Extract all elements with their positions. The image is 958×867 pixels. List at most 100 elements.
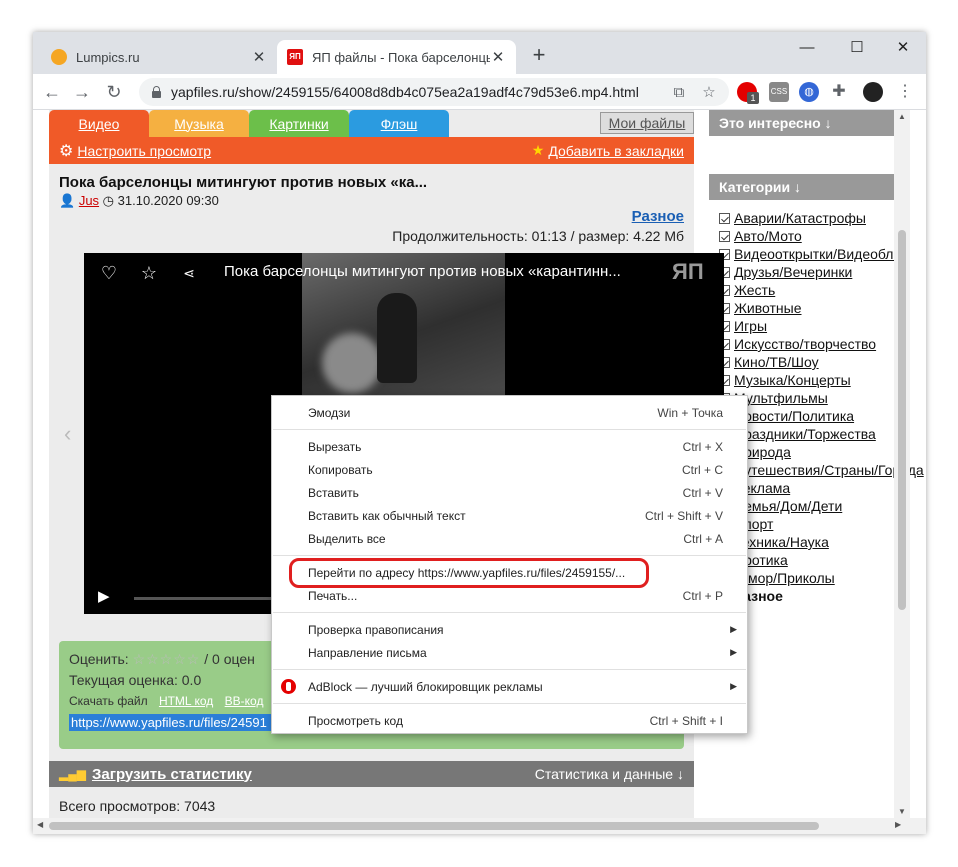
site-nav: Видео Музыка Картинки Флэш Мои файлы (49, 110, 694, 137)
minimize-icon[interactable]: — (784, 36, 830, 60)
menu-item-copy[interactable]: Копировать Ctrl + C (272, 458, 747, 481)
category-item[interactable]: Искусство/творчество (719, 335, 910, 353)
category-label: Юмор/Приколы (734, 570, 835, 586)
bookmark-star-icon[interactable]: ☆ (699, 83, 719, 101)
forward-arrow-icon[interactable]: → (71, 81, 93, 103)
category-link[interactable]: Разное (632, 208, 684, 225)
menu-item-label: Печать... (308, 588, 358, 603)
rating-stars[interactable]: ☆☆☆☆☆ (133, 651, 201, 667)
tab-yapfiles[interactable]: ЯП ЯП файлы - Пока барселонцы м ✕ (277, 40, 516, 74)
nav-tab-video[interactable]: Видео (49, 110, 149, 137)
category-label: Друзья/Вечеринки (734, 264, 853, 280)
frame-figure (377, 293, 417, 383)
total-views: Всего просмотров: 7043 (59, 798, 216, 814)
menu-item-shortcut: Ctrl + Shift + I (649, 713, 723, 728)
menu-item-label: Вставить как обычный текст (308, 508, 466, 523)
menu-item-label: Эмодзи (308, 405, 351, 420)
menu-item-label: Вставить (308, 485, 359, 500)
category-label: Кино/ТВ/Шоу (734, 354, 819, 370)
address-bar[interactable]: yapfiles.ru/show/2459155/64008d8db4c075e… (139, 78, 729, 106)
maximize-icon[interactable]: ☐ (834, 36, 880, 60)
url-text[interactable]: yapfiles.ru/show/2459155/64008d8db4c075e… (171, 84, 669, 100)
tab-lumpics[interactable]: Lumpics.ru ✕ (41, 40, 277, 74)
menu-dots-icon[interactable]: ⋮ (895, 82, 915, 102)
adblock-icon[interactable]: 1 (737, 82, 759, 104)
yapfiles-favicon-icon: ЯП (287, 49, 303, 65)
blocked-popup-icon[interactable]: ⧉ (669, 84, 689, 101)
category-label: Музыка/Концерты (734, 372, 851, 388)
profile-avatar[interactable] (863, 82, 883, 102)
close-icon[interactable]: ✕ (251, 48, 267, 66)
menu-item-writing-direction[interactable]: Направление письма ▶ (272, 641, 747, 664)
nav-tab-flash[interactable]: Флэш (349, 110, 449, 137)
menu-item-cut[interactable]: Вырезать Ctrl + X (272, 435, 747, 458)
category-item[interactable]: Жесть (719, 281, 910, 299)
scroll-thumb[interactable] (898, 230, 906, 610)
category-label: Техника/Наука (734, 534, 829, 550)
bb-code-link[interactable]: BB-код (225, 694, 264, 708)
menu-item-paste-plain[interactable]: Вставить как обычный текст Ctrl + Shift … (272, 504, 747, 527)
play-icon[interactable]: ▶ (98, 587, 110, 605)
nav-tab-pictures[interactable]: Картинки (249, 110, 349, 137)
horizontal-scrollbar[interactable]: ◀ ▶ (33, 818, 926, 834)
category-label: Мультфильмы (734, 390, 828, 406)
category-item[interactable]: Аварии/Катастрофы (719, 209, 910, 227)
back-arrow-icon[interactable]: ← (41, 81, 63, 103)
window-close-icon[interactable]: ✕ (880, 36, 926, 60)
category-item[interactable]: Игры (719, 317, 910, 335)
menu-item-adblock[interactable]: AdBlock — лучший блокировщик рекламы ▶ (272, 675, 747, 698)
configure-view-link[interactable]: Настроить просмотр (77, 143, 211, 159)
checkbox-icon[interactable] (719, 212, 730, 224)
chart-bars-icon: ▂▄▆ (59, 767, 86, 781)
browser-toolbar: ← → ↻ yapfiles.ru/show/2459155/64008d8db… (33, 74, 926, 110)
heart-icon[interactable]: ♡ (98, 263, 120, 284)
html-code-link[interactable]: HTML код (159, 694, 213, 708)
menu-item-shortcut: Win + Точка (657, 405, 723, 420)
menu-item-label: Выделить все (308, 531, 386, 546)
category-item[interactable]: Видеооткрытки/Видеоблог (719, 245, 910, 263)
menu-item-inspect[interactable]: Просмотреть код Ctrl + Shift + I (272, 709, 747, 732)
category-label: Животные (734, 300, 802, 316)
stats-data-toggle[interactable]: Статистика и данные ↓ (535, 766, 684, 782)
globe-icon[interactable]: ◍ (799, 82, 819, 102)
puzzle-icon[interactable]: ✚ (829, 82, 849, 102)
category-item[interactable]: Кино/ТВ/Шоу (719, 353, 910, 371)
scroll-left-icon[interactable]: ◀ (37, 820, 43, 829)
download-file-label[interactable]: Скачать файл (69, 694, 148, 708)
interesting-header[interactable]: Это интересно ↓ (709, 110, 910, 136)
css-icon[interactable]: CSS (769, 82, 789, 102)
nav-tab-music[interactable]: Музыка (149, 110, 249, 137)
chevron-left-icon[interactable]: ‹ (64, 421, 71, 447)
menu-item-shortcut: Ctrl + P (682, 588, 723, 603)
menu-item-paste[interactable]: Вставить Ctrl + V (272, 481, 747, 504)
scroll-up-icon[interactable]: ▲ (894, 112, 910, 121)
star-outline-icon[interactable]: ☆ (138, 263, 160, 284)
category-item[interactable]: Животные (719, 299, 910, 317)
menu-separator (273, 555, 746, 556)
hscroll-thumb[interactable] (49, 822, 819, 830)
category-item[interactable]: Авто/Мото (719, 227, 910, 245)
menu-item-emoji[interactable]: Эмодзи Win + Точка (272, 401, 747, 424)
close-icon[interactable]: ✕ (490, 48, 506, 66)
upload-date: 31.10.2020 09:30 (117, 193, 219, 208)
menu-item-spellcheck[interactable]: Проверка правописания ▶ (272, 618, 747, 641)
category-item[interactable]: Друзья/Вечеринки (719, 263, 910, 281)
scroll-right-icon[interactable]: ▶ (895, 820, 901, 829)
categories-header[interactable]: Категории ↓ (709, 174, 910, 200)
share-icon[interactable]: ⋖ (178, 265, 200, 282)
menu-item-select-all[interactable]: Выделить все Ctrl + A (272, 527, 747, 550)
checkbox-icon[interactable] (719, 230, 730, 242)
load-stats-link[interactable]: Загрузить статистику (92, 766, 252, 783)
my-files-button[interactable]: Мои файлы (600, 112, 694, 134)
menu-item-label: Просмотреть код (308, 713, 403, 728)
reload-icon[interactable]: ↻ (103, 81, 125, 103)
progress-bar[interactable] (134, 597, 284, 600)
new-tab-plus-icon[interactable]: + (527, 42, 551, 68)
author-link[interactable]: Jus (79, 193, 99, 208)
menu-item-shortcut: Ctrl + C (681, 462, 723, 477)
scroll-down-icon[interactable]: ▼ (894, 807, 910, 816)
stats-bar: ▂▄▆ Загрузить статистику Статистика и да… (49, 761, 694, 787)
category-item[interactable]: Музыка/Концерты (719, 371, 910, 389)
vertical-scrollbar[interactable]: ▲ ▼ (894, 110, 910, 818)
add-bookmark-link[interactable]: Добавить в закладки (548, 143, 684, 159)
